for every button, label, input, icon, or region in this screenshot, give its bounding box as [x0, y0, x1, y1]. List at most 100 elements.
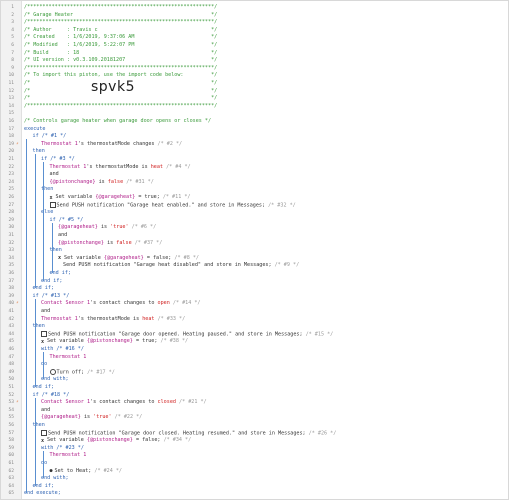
line-number: 60	[8, 453, 14, 459]
code-line[interactable]: 11/* */	[1, 80, 509, 88]
code-line[interactable]: 18 if /* #1 */	[1, 133, 509, 141]
code-token[interactable]: {@garageheat}	[58, 224, 98, 230]
code-line[interactable]: 65 end execute;	[1, 490, 509, 498]
code-token[interactable]: Thermostat 1	[50, 164, 87, 170]
code-line[interactable]: 50 end with;	[1, 376, 509, 384]
code-line[interactable]: 25 then	[1, 186, 509, 194]
line-number: 16	[8, 119, 14, 124]
code-line[interactable]: 16 /* Controls garage heater when garage …	[1, 118, 509, 126]
code-text: and	[41, 407, 50, 415]
code-line[interactable]: 60 Thermostat 1	[1, 452, 509, 460]
code-token: if /* #18 */	[32, 391, 70, 398]
code-line[interactable]: 64 end if;	[1, 483, 509, 491]
code-line[interactable]: 13 /* */	[1, 95, 509, 103]
code-token: 's contact changes to	[90, 300, 158, 307]
code-line[interactable]: 30 {@garageheat} is 'true' /* #6 */	[1, 224, 509, 232]
code-line[interactable]: 15	[1, 110, 509, 118]
code-line[interactable]: 58 x Set variable {@pistonchange} = false;…	[1, 437, 509, 445]
code-token[interactable]: {@garageheat}	[104, 255, 144, 261]
code-line[interactable]: 51 end if;	[1, 384, 509, 392]
code-line[interactable]: 53 ⚡ Contact Sensor 1's contact changes to…	[1, 399, 509, 407]
code-line[interactable]: 38 end if;	[1, 285, 509, 293]
code-line[interactable]: 31 and	[1, 232, 509, 240]
code-line[interactable]: 48 do	[1, 361, 509, 369]
code-line[interactable]: 34 x Set variable {@garageheat} = false; /…	[1, 255, 509, 263]
code-line[interactable]: 52 if /* #18 */	[1, 392, 509, 400]
code-token[interactable]: {@pistonchange}	[58, 240, 104, 246]
code-token: /* #15 */	[305, 331, 334, 338]
code-line[interactable]: 54 and	[1, 407, 509, 415]
code-token[interactable]: {@pistonchange}	[87, 437, 133, 443]
code-token: /* Modified : 1/6/2019, 5:22:07 PM */	[24, 42, 218, 48]
line-number: 11	[8, 81, 14, 86]
code-line[interactable]: 1 /**************************************…	[1, 4, 509, 12]
code-line[interactable]: 4 /* Author : Travis c */	[1, 27, 509, 35]
code-line[interactable]: 22 Thermostat 1's thermostatMode is heat …	[1, 164, 509, 172]
code-line[interactable]: 37 end if;	[1, 278, 509, 286]
code-line[interactable]: 43 then	[1, 323, 509, 331]
code-line[interactable]: 29 if /* #5 */	[1, 217, 509, 225]
code-line[interactable]: 35 Send PUSH notification "Garage heat di…	[1, 262, 509, 270]
code-token[interactable]: {@garageheat}	[41, 414, 81, 420]
code-token: /* #24 */	[94, 467, 122, 474]
code-line[interactable]: 62 ● Set to Heat; /* #24 */	[1, 468, 509, 476]
code-token[interactable]: Contact Sensor 1	[41, 399, 90, 405]
code-line[interactable]: 42 Thermostat 1's thermostatMode is heat …	[1, 316, 509, 324]
code-line[interactable]: 19 ⚡ Thermostat 1's thermostatMode changes…	[1, 141, 509, 149]
code-token[interactable]: Thermostat 1	[41, 141, 78, 147]
code-line[interactable]: 63 end with;	[1, 475, 509, 483]
code-line[interactable]: 14 /*************************************…	[1, 103, 509, 111]
code-line[interactable]: 12/* */spvk5	[1, 80, 509, 96]
code-token[interactable]: Contact Sensor 1	[41, 300, 90, 306]
line-number: 45	[8, 339, 14, 345]
line-number: 59	[8, 445, 14, 451]
code-line[interactable]: 40 ⚡ Contact Sensor 1's contact changes to…	[1, 300, 509, 308]
code-line[interactable]: 9 /**************************************…	[1, 65, 509, 73]
code-text: end with;	[41, 376, 69, 384]
code-line[interactable]: 17 execute	[1, 126, 509, 134]
code-line[interactable]: 44 Send PUSH notification "Garage door op…	[1, 330, 509, 339]
code-line[interactable]: 36 end if;	[1, 270, 509, 278]
code-line[interactable]: 27 Send PUSH notification "Garage heat en…	[1, 201, 509, 210]
code-line[interactable]: 24 {@pistonchange} is false /* #31 */	[1, 179, 509, 187]
code-line[interactable]: 2 /* Garage Heater */	[1, 12, 509, 20]
code-token: is	[95, 178, 108, 185]
code-line[interactable]: 3 /**************************************…	[1, 19, 509, 27]
code-line[interactable]: 26 x Set variable {@garageheat} = true; /*…	[1, 194, 509, 202]
code-line[interactable]: 41 and	[1, 308, 509, 316]
code-line[interactable]: 10 /* To import this piston, use the impo…	[1, 72, 509, 80]
line-number: 24	[8, 179, 14, 185]
code-token: /* #33 */	[154, 315, 186, 322]
code-token[interactable]: Thermostat 1	[41, 316, 78, 322]
code-line[interactable]: 47 Thermostat 1	[1, 354, 509, 362]
code-line[interactable]: 6 /* Modified : 1/6/2019, 5:22:07 PM */	[1, 42, 509, 50]
code-line[interactable]: 7 /* Build : 18 */	[1, 50, 509, 58]
code-line[interactable]: 49 Turn off; /* #17 */	[1, 368, 509, 377]
code-line[interactable]: 46 with /* #16 */	[1, 346, 509, 354]
code-text: {@garageheat} is 'true' /* #6 */	[58, 224, 156, 232]
code-line[interactable]: 21 if /* #3 */	[1, 156, 509, 164]
code-token[interactable]: {@pistonchange}	[50, 179, 96, 185]
code-line[interactable]: 32 {@pistonchange} is false /* #37 */	[1, 240, 509, 248]
code-line[interactable]: 57 Send PUSH notification "Garage door cl…	[1, 429, 509, 438]
code-token: Set variable	[64, 254, 104, 261]
code-line[interactable]: 39 if /* #13 */	[1, 293, 509, 301]
code-line[interactable]: 55 {@garageheat} is 'true' /* #22 */	[1, 414, 509, 422]
code-token: closed	[157, 399, 176, 406]
code-line[interactable]: 33 then	[1, 247, 509, 255]
code-line[interactable]: 56 then	[1, 422, 509, 430]
code-line[interactable]: 8 /* UI version : v0.3.109.20181207 */	[1, 57, 509, 65]
line-number: 55	[8, 415, 14, 421]
code-line[interactable]: 23 and	[1, 171, 509, 179]
set-variable-icon: x	[49, 194, 53, 201]
code-line[interactable]: 5 /* Created : 1/6/2019, 9:37:06 AM */	[1, 34, 509, 42]
code-token[interactable]: {@pistonchange}	[87, 338, 133, 344]
code-line[interactable]: 28 else	[1, 209, 509, 217]
code-line[interactable]: 20 then	[1, 148, 509, 156]
code-token[interactable]: {@garageheat}	[95, 194, 135, 200]
code-line[interactable]: 59 with /* #23 */	[1, 445, 509, 453]
code-text: if /* #13 */	[33, 293, 70, 301]
code-line[interactable]: 45 x Set variable {@pistonchange} = true; …	[1, 338, 509, 346]
code-token: /* #9 */	[274, 262, 300, 269]
code-line[interactable]: 61 do	[1, 460, 509, 468]
